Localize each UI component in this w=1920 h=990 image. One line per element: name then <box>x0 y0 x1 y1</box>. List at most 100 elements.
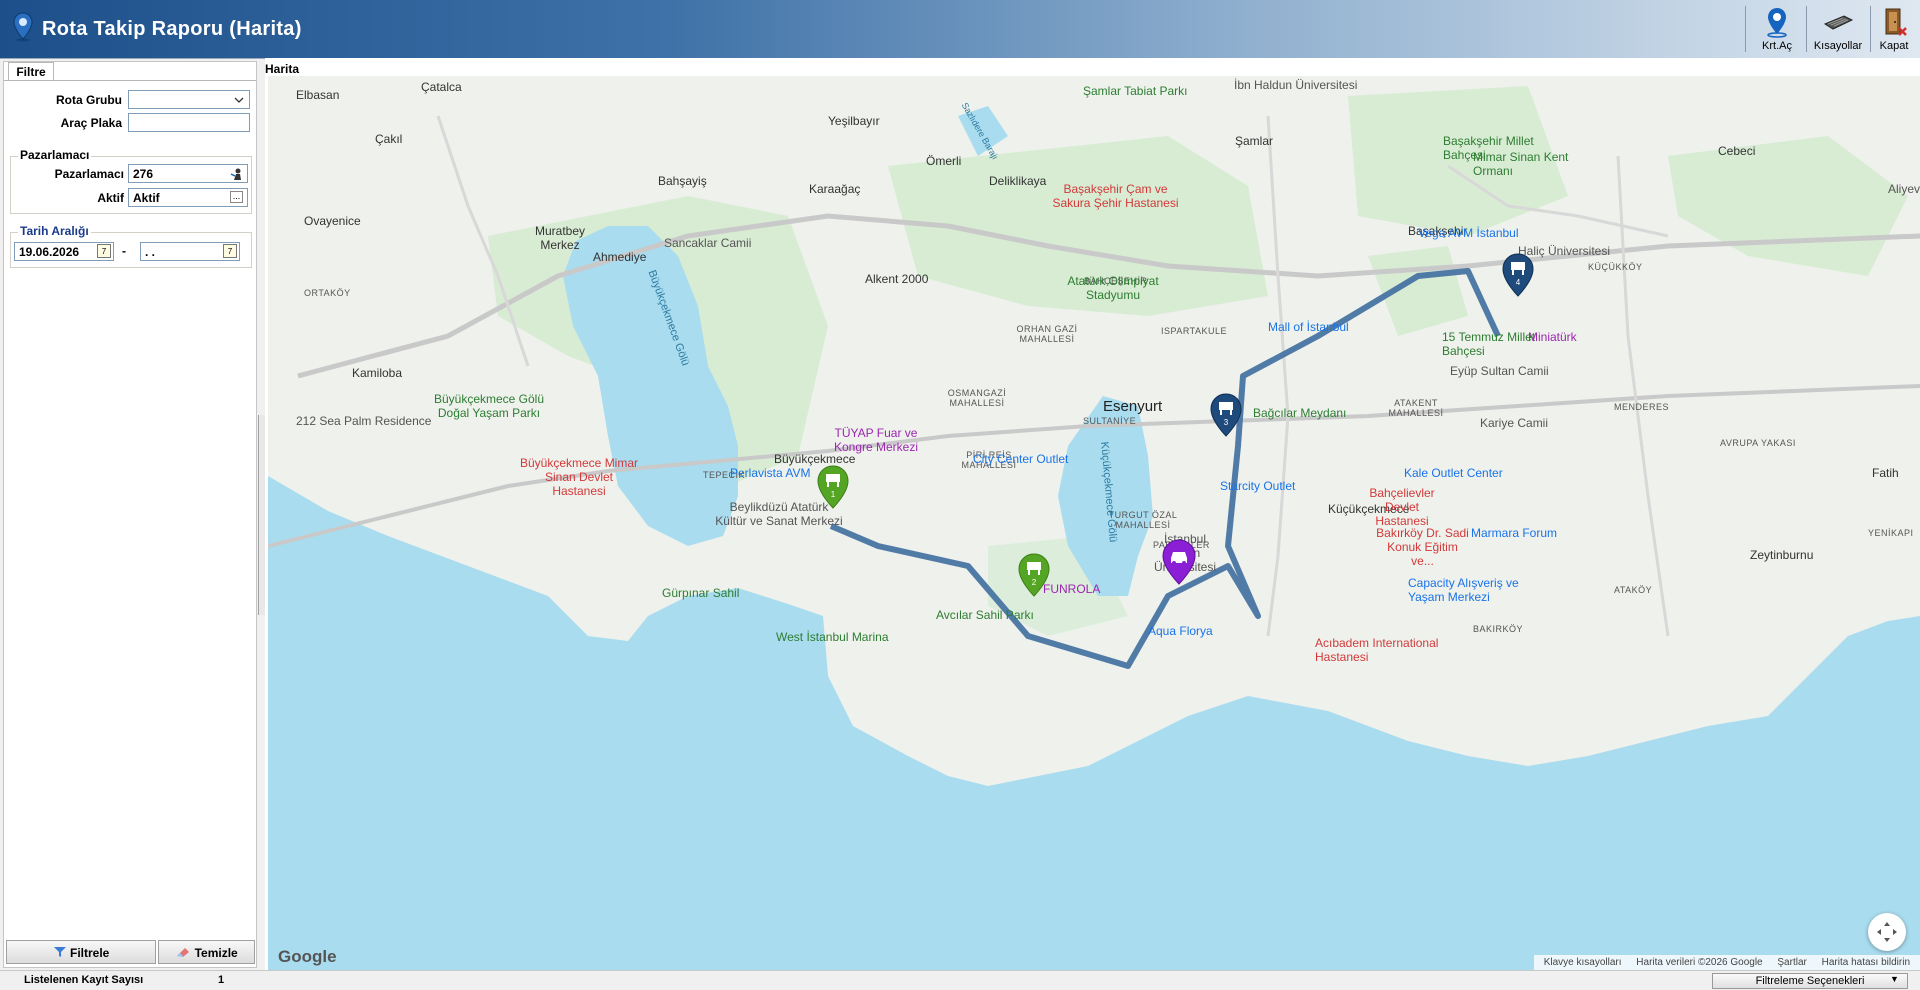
vehicle-location-marker[interactable] <box>1160 538 1198 586</box>
aktif-label: Aktif <box>97 191 124 205</box>
place-label: Zeytinburnu <box>1750 548 1814 562</box>
recenter-button[interactable] <box>1868 913 1906 951</box>
pazarlamaci-label: Pazarlamacı <box>54 167 124 181</box>
place-label: Elbasan <box>296 88 340 102</box>
map-pin-icon <box>13 12 33 42</box>
poi-label[interactable]: City Center Outlet <box>973 452 1068 466</box>
poi-label[interactable]: Mall of İstanbul <box>1268 320 1349 334</box>
place-label: Deliklikaya <box>989 174 1047 188</box>
kisayollar-button[interactable]: Kısayollar <box>1808 4 1868 54</box>
poi-label[interactable]: Aliyev <box>1888 182 1920 196</box>
arac-plaka-input[interactable] <box>128 113 250 132</box>
chevron-down-icon[interactable] <box>234 96 244 104</box>
place-label: Esenyurt <box>1103 398 1163 415</box>
poi-label[interactable]: Perlavista AVM <box>730 466 810 480</box>
poi-label[interactable]: Gürpınar Sahil <box>662 586 739 600</box>
district-label: SULTANİYE <box>1083 416 1137 426</box>
map-canvas[interactable]: Elbasan Çatalca Çakıl Yeşilbayır Ömerli … <box>268 76 1920 971</box>
poi-label[interactable]: Sancaklar Camii <box>664 236 751 250</box>
poi-label[interactable]: Acıbadem International Hastanesi <box>1315 636 1447 664</box>
route-stop-marker-2[interactable]: 2 <box>1016 552 1052 598</box>
map-pin-icon <box>1767 8 1787 38</box>
poi-label[interactable]: Şamlar Tabiat Parkı <box>1083 84 1188 98</box>
chevron-down-icon[interactable]: ▼ <box>1890 974 1899 984</box>
marker-number: 1 <box>831 490 836 499</box>
filtrele-button[interactable]: Filtrele <box>6 940 156 964</box>
person-lookup-icon[interactable] <box>230 167 244 181</box>
place-label: Ovayenice <box>304 214 361 228</box>
calendar-icon[interactable]: 7 <box>223 244 237 258</box>
ellipsis-button[interactable]: ... <box>230 191 243 203</box>
map-header: Harita <box>265 62 300 76</box>
poi-label[interactable]: Miniatürk <box>1528 330 1577 344</box>
google-logo: Google <box>278 947 337 966</box>
place-label: Ahmediye <box>593 250 647 264</box>
route-stop-marker-4[interactable]: 4 <box>1500 252 1536 298</box>
filter-options-dropdown[interactable]: Filtreleme Seçenekleri <box>1712 973 1908 989</box>
poi-label[interactable]: TÜYAP Fuar ve Kongre Merkezi <box>821 426 931 454</box>
keyboard-shortcuts-link[interactable]: Klavye kısayolları <box>1544 957 1622 968</box>
poi-label[interactable]: Eyüp Sultan Camii <box>1450 364 1549 378</box>
place-label: Çatalca <box>421 80 462 94</box>
poi-label[interactable]: West İstanbul Marina <box>776 630 889 644</box>
calendar-icon[interactable]: 7 <box>97 244 111 258</box>
toolbar-separator <box>1870 6 1871 52</box>
funnel-icon <box>53 947 66 957</box>
marker-number: 3 <box>1224 418 1229 427</box>
poi-label[interactable]: Aqua Florya <box>1148 624 1213 638</box>
district-label: ATAKÖY <box>1614 585 1653 595</box>
krt-ac-button[interactable]: Krt.Aç <box>1748 4 1806 54</box>
status-bar: Listelenen Kayıt Sayısı 1 Filtreleme Seç… <box>0 970 1920 990</box>
poi-label[interactable]: 15 Temmuz Millet Bahçesi <box>1442 330 1542 358</box>
poi-label[interactable]: Kariye Camii <box>1480 416 1548 430</box>
keyboard-icon <box>1823 15 1854 30</box>
place-label: Çakıl <box>375 132 403 146</box>
map-attribution: Klavye kısayolları Harita verileri ©2026… <box>1533 955 1920 971</box>
temizle-button[interactable]: Temizle <box>158 940 255 964</box>
poi-label[interactable]: Atatürk Olimpiyat Stadyumu <box>1058 274 1168 302</box>
report-error-link[interactable]: Harita hatası bildirin <box>1822 957 1910 968</box>
title-bar: Rota Takip Raporu (Harita) Krt.Aç Kısayo… <box>0 0 1920 59</box>
temizle-label: Temizle <box>194 946 238 960</box>
filtrele-label: Filtrele <box>69 946 110 960</box>
kapat-label: Kapat <box>1879 40 1909 52</box>
poi-label[interactable]: Kale Outlet Center <box>1404 466 1503 480</box>
poi-label[interactable]: Bağcılar Meydanı <box>1253 406 1346 420</box>
district-label: TURGUT ÖZAL MAHALLESİ <box>1108 510 1178 530</box>
place-label: Ömerli <box>926 154 962 168</box>
poi-label[interactable]: Starcity Outlet <box>1220 479 1295 493</box>
toolbar-separator <box>1745 6 1746 52</box>
poi-label[interactable]: Avcılar Sahil Parkı <box>936 608 1034 622</box>
poi-label[interactable]: Büyükçekmece Mimar Sinan Devlet Hastanes… <box>518 456 640 498</box>
place-label: Fatih <box>1872 466 1899 480</box>
route-stop-marker-1[interactable]: 1 <box>815 464 851 510</box>
district-label: KÜÇÜKKÖY <box>1588 262 1643 272</box>
terms-link[interactable]: Şartlar <box>1777 957 1806 968</box>
poi-label[interactable]: Büyükçekmece Gölü Doğal Yaşam Parkı <box>424 392 554 420</box>
district-label: YENİKAPI <box>1868 528 1914 538</box>
tab-filtre[interactable]: Filtre <box>8 62 54 81</box>
poi-label[interactable]: Capacity Alışveriş ve Yaşam Merkezi <box>1408 576 1520 604</box>
place-label: Şamlar <box>1235 134 1274 148</box>
route-stop-marker-3[interactable]: 3 <box>1208 392 1244 438</box>
poi-label[interactable]: 212 Sea Palm Residence <box>296 414 431 428</box>
toolbar-separator <box>1806 6 1807 52</box>
poi-label[interactable]: Vega AVM İstanbul <box>1418 226 1519 240</box>
poi-label[interactable]: Bakırköy Dr. Sadi Konuk Eğitim ve... <box>1375 526 1470 568</box>
rota-grubu-select[interactable] <box>128 90 250 109</box>
map-panel: Harita Elbasan Çatalca Çakıl Yeşilbayır … <box>265 58 1920 971</box>
poi-label[interactable]: Mimar Sinan Kent Ormanı <box>1473 150 1583 178</box>
district-label: AVRUPA YAKASI <box>1720 438 1796 448</box>
place-label: Muratbey Merkez <box>534 224 586 252</box>
tarih-group-title: Tarih Aralığı <box>18 224 91 238</box>
pazarlamaci-group-title: Pazarlamacı <box>18 148 92 162</box>
poi-label[interactable]: Başakşehir Çam ve Sakura Şehir Hastanesi <box>1048 182 1183 210</box>
poi-label[interactable]: İbn Haldun Üniversitesi <box>1234 78 1357 92</box>
district-label: BAKIRKÖY <box>1473 624 1524 634</box>
marker-number: 4 <box>1516 278 1521 287</box>
kapat-button[interactable]: Kapat <box>1872 4 1916 54</box>
district-label: ATAKENT MAHALLESİ <box>1388 398 1444 418</box>
poi-label[interactable]: Bahçelievler Devlet Hastanesi <box>1357 486 1447 528</box>
arac-plaka-label: Araç Plaka <box>60 116 122 130</box>
poi-label[interactable]: Marmara Forum <box>1471 526 1557 540</box>
